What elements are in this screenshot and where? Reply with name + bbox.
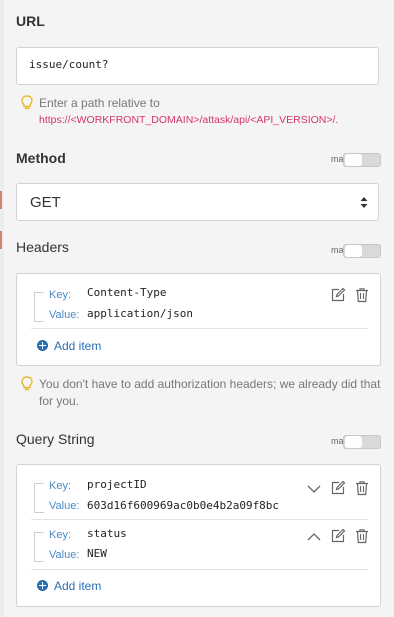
headers-hint: You don't have to add authorization head… [39, 377, 381, 408]
method-label: Method [16, 150, 66, 166]
value-label: Value: [49, 500, 80, 512]
chevron-down-icon[interactable] [306, 481, 322, 497]
key-label: Key: [49, 529, 72, 541]
sort-arrows-icon [360, 197, 368, 208]
http-module-settings-panel: URL issue/count? Enter a path relative t… [4, 0, 394, 617]
edit-icon[interactable] [330, 287, 346, 303]
edit-icon[interactable] [330, 480, 346, 496]
divider [31, 519, 368, 520]
divider [31, 569, 368, 570]
query-string-label: Query String [16, 431, 95, 447]
toggle-knob [345, 245, 362, 257]
item-bracket [34, 532, 44, 562]
key-label: Key: [49, 289, 72, 301]
query-item: Key: projectID Value: 603d16f600969ac0b0… [17, 475, 380, 517]
add-item-label: Add item [54, 579, 102, 593]
url-input-value: issue/count? [29, 58, 109, 71]
trash-icon[interactable] [354, 287, 370, 303]
url-label: URL [16, 13, 45, 29]
edit-icon[interactable] [330, 528, 346, 544]
method-map-toggle[interactable] [343, 153, 381, 167]
left-edge-marker [0, 191, 2, 209]
value-value: 603d16f600969ac0b0e4b2a09f8bc [87, 499, 280, 512]
plus-circle-icon [37, 580, 48, 591]
query-map-toggle[interactable] [343, 435, 381, 449]
divider [31, 328, 368, 329]
value-label: Value: [49, 309, 80, 321]
headers-collection: Key: Content-Type Value: application/jso… [16, 273, 381, 366]
lightbulb-icon [21, 95, 33, 110]
url-input[interactable]: issue/count? [16, 47, 379, 85]
url-hint-text: Enter a path relative to [39, 96, 160, 110]
query-string-collection: Key: projectID Value: 603d16f600969ac0b0… [16, 464, 381, 607]
key-label: Key: [49, 480, 72, 492]
headers-map-toggle[interactable] [343, 244, 381, 258]
plus-circle-icon [37, 340, 48, 351]
toggle-knob [345, 436, 362, 448]
lightbulb-icon [21, 376, 33, 391]
key-value: projectID [87, 478, 147, 491]
url-hint: Enter a path relative to https://<WORKFR… [39, 95, 379, 129]
key-value: Content-Type [87, 286, 167, 299]
headers-label: Headers [16, 239, 69, 255]
method-selected-value: GET [30, 194, 61, 211]
item-bracket [34, 483, 44, 513]
left-edge-marker [0, 231, 2, 249]
query-item: Key: status Value: NEW [17, 524, 380, 566]
value-value: application/json [87, 307, 193, 320]
value-value: NEW [87, 547, 107, 560]
trash-icon[interactable] [354, 480, 370, 496]
header-item: Key: Content-Type Value: application/jso… [17, 284, 380, 324]
chevron-up-icon[interactable] [306, 529, 322, 545]
item-bracket [34, 292, 44, 322]
toggle-knob [345, 154, 362, 166]
trash-icon[interactable] [354, 528, 370, 544]
add-item-label: Add item [54, 339, 102, 353]
method-select[interactable]: GET [16, 183, 379, 221]
key-value: status [87, 527, 127, 540]
value-label: Value: [49, 549, 80, 561]
url-hint-link[interactable]: https://<WORKFRONT_DOMAIN>/attask/api/<A… [39, 112, 379, 129]
